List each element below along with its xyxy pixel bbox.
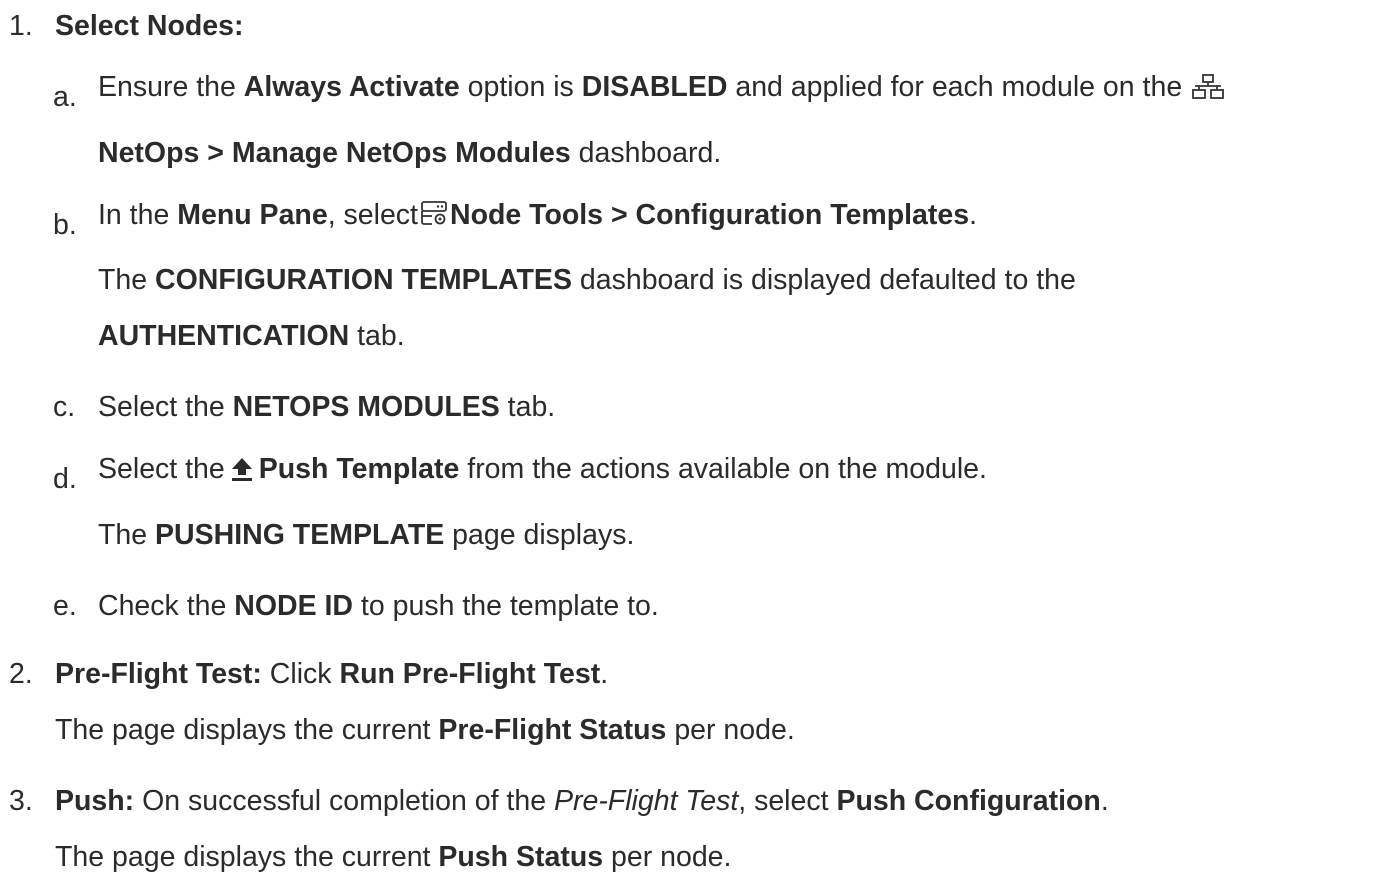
substep-b-text1: In the [98,199,178,231]
step-3-text3: . [1100,785,1109,817]
substep-e-text1: Check the [98,590,235,622]
substep-a-text2: option is [459,71,582,103]
step-3-marker: 3. [9,785,33,817]
always-activate-label: Always Activate [243,71,460,103]
step-3-title: Push: [55,785,135,817]
config-templates-label: CONFIGURATION TEMPLATES [155,264,572,296]
substep-a-marker: a. [53,81,77,113]
push-configuration-label: Push Configuration [836,785,1101,817]
substep-e-line1: Check the NODE ID to push the template t… [98,589,659,623]
step-2-text2: . [600,658,609,690]
push-status-label: Push Status [438,841,604,873]
substep-a-text3: and applied for each module on the [727,71,1191,103]
substep-b-line1: In the Menu Pane, select Node Tools > Con… [98,198,977,232]
step-2-title: Pre-Flight Test: [55,658,262,690]
substep-d-note-text1: The [98,519,156,551]
step-2-marker: 2. [9,658,33,690]
run-preflight-label: Run Pre-Flight Test [339,658,601,690]
menu-pane-label: Menu Pane [177,199,328,231]
node-tools-path-label: Node Tools > Configuration Templates [449,199,970,231]
preflight-status-label: Pre-Flight Status [438,714,667,746]
step-3-note-text2: per node. [603,841,732,873]
substep-b-note2: AUTHENTICATION tab. [98,319,405,353]
netops-path-label: NetOps > Manage NetOps Modules [98,137,571,169]
step-3-text1: On successful completion of the [134,785,554,817]
netops-modules-label: NETOPS MODULES [232,391,500,423]
step-3-note: The page displays the current Push Statu… [55,840,731,874]
substep-d-line1: Select the Push Template from the actions… [98,452,987,486]
step-2-note: The page displays the current Pre-Flight… [55,713,795,747]
step-3-text2: , select [738,785,837,817]
node-tools-icon [420,200,448,228]
step-2-note-text1: The page displays the current [55,714,439,746]
substep-b-note1: The CONFIGURATION TEMPLATES dashboard is… [98,263,1076,297]
disabled-label: DISABLED [581,71,728,103]
step-2-line1: Pre-Flight Test: Click Run Pre-Flight Te… [55,657,608,691]
step-1-title: Select Nodes: [55,9,243,43]
substep-d-text2: from the actions available on the module… [459,453,987,485]
substep-b-note-text3: tab. [349,320,405,352]
substep-c-text2: tab. [499,391,556,423]
step-3-line1: Push: On successful completion of the Pr… [55,784,1109,818]
node-id-label: NODE ID [234,590,354,622]
substep-a-line1: Ensure the Always Activate option is DIS… [98,70,1226,104]
substep-b-text3: . [969,199,978,231]
preflight-test-italic: Pre-Flight Test [553,785,739,817]
substep-a-text4: dashboard. [570,137,722,169]
authentication-label: AUTHENTICATION [98,320,350,352]
step-2-text1: Click [261,658,340,690]
substep-b-text2: , select [327,199,418,231]
substep-d-note: The PUSHING TEMPLATE page displays. [98,518,634,552]
substep-a-line2: NetOps > Manage NetOps Modules dashboard… [98,136,721,170]
substep-c-text1: Select the [98,391,233,423]
substep-e-text2: to push the template to. [353,590,659,622]
push-template-label: Push Template [258,453,460,485]
upload-icon [227,456,257,482]
step-1-title-text: Select Nodes: [55,10,244,42]
substep-d-marker: d. [53,463,77,495]
substep-d-text1: Select the [98,453,225,485]
substep-b-marker: b. [53,209,77,241]
substep-c-marker: c. [53,391,76,423]
substep-b-note-text1: The [98,264,156,296]
step-2-note-text2: per node. [666,714,795,746]
network-icon [1192,74,1224,100]
substep-c-line1: Select the NETOPS MODULES tab. [98,390,555,424]
substep-d-note-text2: page displays. [444,519,635,551]
step-1-marker: 1. [9,10,33,42]
substep-a-text1: Ensure the [98,71,244,103]
step-3-note-text1: The page displays the current [55,841,439,873]
substep-b-note-text2: dashboard is displayed defaulted to the [571,264,1076,296]
pushing-template-label: PUSHING TEMPLATE [155,519,445,551]
substep-e-marker: e. [53,590,77,622]
